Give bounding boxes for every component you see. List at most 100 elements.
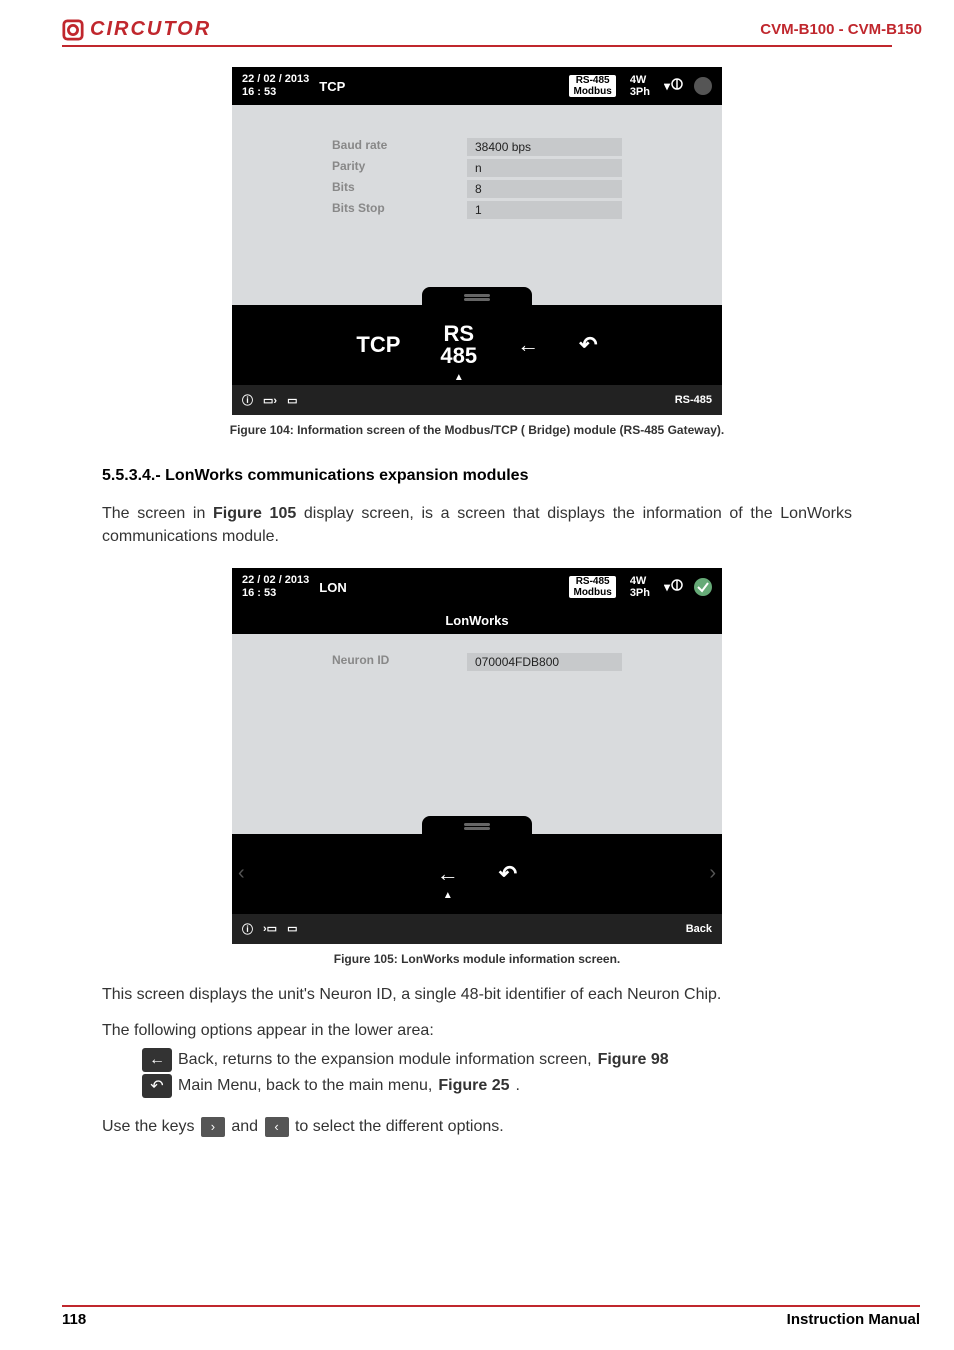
screen-footer: ⓘ ▭› ▭ RS-485 xyxy=(232,385,722,415)
chevron-right-icon[interactable]: › xyxy=(709,862,716,885)
back-arrow-icon[interactable]: ← xyxy=(437,863,459,885)
mode-label: TCP xyxy=(319,79,345,94)
option-main-menu: ↶ Main Menu, back to the main menu, Figu… xyxy=(142,1074,852,1098)
row-label: Baud rate xyxy=(332,138,467,156)
figure-ref: Figure 98 xyxy=(598,1051,669,1069)
text-span: Use the keys xyxy=(102,1118,199,1135)
info-icon: ⓘ xyxy=(242,921,253,937)
figure-ref: Figure 25 xyxy=(438,1077,509,1095)
wiring-bottom: 3Ph xyxy=(630,86,650,98)
back-arrow-icon: ← xyxy=(142,1048,172,1072)
tab-notch xyxy=(422,287,532,305)
text-span: and xyxy=(227,1118,263,1135)
tab-tcp[interactable]: TCP xyxy=(356,334,400,356)
option-back: ← Back, returns to the expansion module … xyxy=(142,1048,852,1072)
footer-right-label: RS-485 xyxy=(675,394,712,406)
table-row: Bits Stop1 xyxy=(232,201,722,219)
brand-name: CIRCUTOR xyxy=(90,18,211,41)
slot2-icon: ▭ xyxy=(287,922,297,935)
tab-notch xyxy=(422,816,532,834)
table-row: Bits8 xyxy=(232,180,722,198)
figure-104-screenshot: 22 / 02 / 2013 16 : 53 TCP RS-485 Modbus… xyxy=(232,67,722,415)
table-row: Parityn xyxy=(232,159,722,177)
table-row: Neuron ID070004FDB800 xyxy=(232,653,722,671)
text-span: to select the different options. xyxy=(291,1118,504,1135)
chevron-left-icon[interactable]: ‹ xyxy=(238,862,245,885)
status-date: 22 / 02 / 2013 xyxy=(242,574,309,587)
text-span: Back, returns to the expansion module in… xyxy=(178,1051,592,1069)
figure-ref: Figure 105 xyxy=(213,505,296,522)
status-dot-icon xyxy=(694,578,712,596)
svg-text:▾: ▾ xyxy=(664,79,671,93)
row-label: Bits xyxy=(332,180,467,198)
figure-104-caption: Figure 104: Information screen of the Mo… xyxy=(62,423,892,437)
figure-105-screenshot: 22 / 02 / 2013 16 : 53 LON RS-485 Modbus… xyxy=(232,568,722,943)
return-icon[interactable]: ↶ xyxy=(579,334,597,356)
status-datetime: 22 / 02 / 2013 16 : 53 xyxy=(242,574,309,600)
check-icon xyxy=(694,578,712,596)
text-span: The screen in xyxy=(102,505,213,522)
row-label: Neuron ID xyxy=(332,653,467,671)
protocol-badge: RS-485 Modbus xyxy=(569,576,615,598)
return-icon: ↶ xyxy=(142,1074,172,1098)
page-footer: 118 Instruction Manual xyxy=(62,1305,920,1328)
tab-bar: TCP RS485 ← ↶ xyxy=(232,305,722,385)
slot2-icon: ▭ xyxy=(287,394,297,407)
screen-footer: ⓘ ›▭ ▭ Back xyxy=(232,914,722,944)
row-value: 1 xyxy=(467,201,622,219)
return-icon[interactable]: ↶ xyxy=(499,863,517,885)
mode-label: LON xyxy=(319,580,346,595)
status-time: 16 : 53 xyxy=(242,587,309,600)
paragraph-3: The following options appear in the lowe… xyxy=(102,1020,852,1042)
footer-right-label: Back xyxy=(686,923,712,935)
row-label: Bits Stop xyxy=(332,201,467,219)
status-dot-icon xyxy=(694,77,712,95)
slot-icon: ›▭ xyxy=(263,922,277,935)
page-header: CIRCUTOR CVM-B100 - CVM-B150 xyxy=(62,18,892,47)
options-list: ← Back, returns to the expansion module … xyxy=(142,1048,852,1098)
paragraph-4: Use the keys › and ‹ to select the diffe… xyxy=(102,1116,852,1138)
back-arrow-icon[interactable]: ← xyxy=(517,334,539,356)
svg-text:▾: ▾ xyxy=(664,580,671,594)
row-value: 38400 bps xyxy=(467,138,622,156)
row-value: 070004FDB800 xyxy=(467,653,622,671)
wiring-top: 4W xyxy=(630,575,650,587)
chevron-left-icon: ‹ xyxy=(265,1117,289,1137)
tab-bar: ‹ ← ↶ › xyxy=(232,834,722,914)
row-value: 8 xyxy=(467,180,622,198)
brand-logo: CIRCUTOR xyxy=(62,18,211,41)
paragraph-1: The screen in Figure 105 display screen,… xyxy=(102,503,852,548)
tab-485: 485 xyxy=(440,343,477,368)
wiring-bottom: 3Ph xyxy=(630,587,650,599)
text-span: Main Menu, back to the main menu, xyxy=(178,1077,432,1095)
tab-rs485[interactable]: RS485 xyxy=(440,323,477,367)
row-label: Parity xyxy=(332,159,467,177)
circutor-icon xyxy=(62,19,84,41)
screen-subtitle: LonWorks xyxy=(232,607,722,634)
protocol-badge: RS-485 Modbus xyxy=(569,75,615,97)
ratio-icon: ▾ xyxy=(664,76,684,96)
badge-bottom: Modbus xyxy=(573,587,611,598)
badge-top: RS-485 xyxy=(573,576,611,587)
chevron-right-icon: › xyxy=(201,1117,225,1137)
badge-bottom: Modbus xyxy=(573,86,611,97)
section-heading: 5.5.3.4.- LonWorks communications expans… xyxy=(102,467,892,485)
table-row: Baud rate38400 bps xyxy=(232,138,722,156)
wiring-label: 4W 3Ph xyxy=(630,575,650,599)
info-icon: ⓘ xyxy=(242,392,253,408)
row-value: n xyxy=(467,159,622,177)
figure-105-caption: Figure 105: LonWorks module information … xyxy=(62,952,892,966)
wiring-top: 4W xyxy=(630,74,650,86)
slot-icon: ▭› xyxy=(263,394,277,407)
page-number: 118 xyxy=(62,1311,86,1328)
status-datetime: 22 / 02 / 2013 16 : 53 xyxy=(242,73,309,99)
document-code: CVM-B100 - CVM-B150 xyxy=(760,21,922,38)
wiring-label: 4W 3Ph xyxy=(630,74,650,98)
badge-top: RS-485 xyxy=(573,75,611,86)
status-time: 16 : 53 xyxy=(242,86,309,99)
text-span: . xyxy=(516,1077,520,1095)
manual-label: Instruction Manual xyxy=(787,1311,920,1328)
paragraph-2: This screen displays the unit's Neuron I… xyxy=(102,984,852,1006)
status-date: 22 / 02 / 2013 xyxy=(242,73,309,86)
ratio-icon: ▾ xyxy=(664,577,684,597)
